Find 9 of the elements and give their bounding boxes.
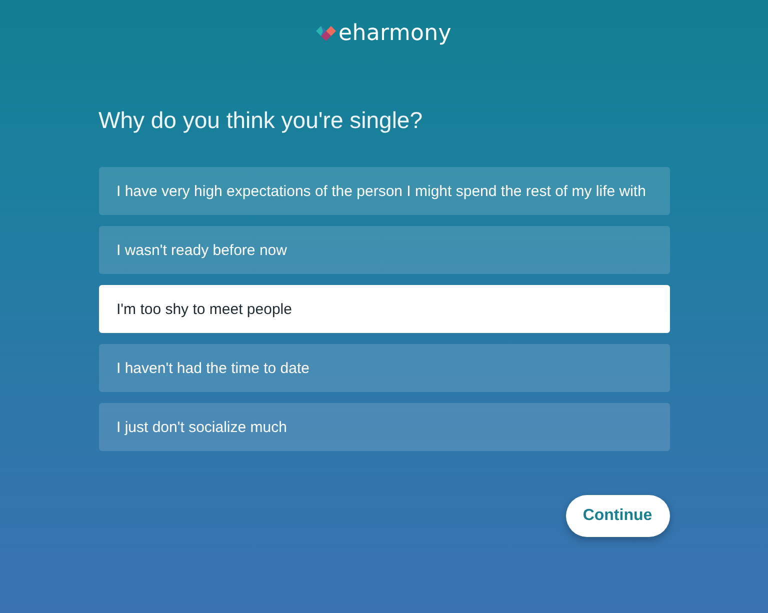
logo-wordmark: eharmony bbox=[338, 21, 452, 47]
answer-option[interactable]: I'm too shy to meet people bbox=[98, 285, 670, 333]
answer-option[interactable]: I wasn't ready before now bbox=[98, 226, 670, 274]
heart-logo-icon bbox=[316, 25, 336, 43]
question-heading: Why do you think you're single? bbox=[98, 106, 424, 134]
answer-option[interactable]: I just don't socialize much bbox=[98, 403, 670, 451]
continue-button[interactable]: Continue bbox=[566, 495, 670, 537]
answer-option[interactable]: I haven't had the time to date bbox=[98, 344, 670, 392]
answer-option[interactable]: I have very high expectations of the person I might spend the rest of my life with bbox=[98, 167, 670, 215]
